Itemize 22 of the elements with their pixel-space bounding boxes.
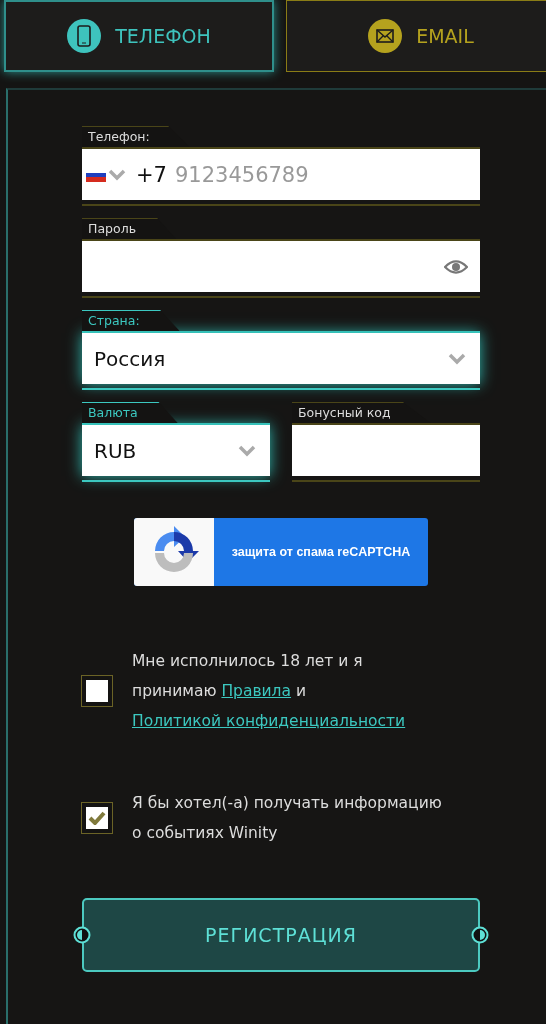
consent-text: Мне исполнилось 18 лет и я принимаю Правила и Политикой конфиденциальности	[132, 651, 407, 732]
phone-field[interactable]: +7 9123456789	[82, 149, 480, 200]
tab[interactable]: ТЕЛЕФОН	[4, 0, 274, 72]
link[interactable]: Правила	[221, 682, 292, 700]
knob-icon	[471, 926, 489, 944]
dial-code: +7	[136, 162, 167, 187]
caret-icon	[108, 168, 126, 181]
select-field[interactable]: RUB	[82, 425, 270, 476]
caret-icon	[448, 351, 468, 366]
consent-text: Я бы хотел(-а) получать информацию о событиях Winity	[132, 793, 442, 844]
register-button[interactable]: РЕГИСТРАЦИЯ	[82, 898, 480, 972]
envelope-icon	[368, 19, 403, 53]
password-field[interactable]	[82, 241, 480, 292]
input-field[interactable]	[292, 425, 480, 476]
recaptcha-badge[interactable]: защита от спама reCAPTCHA	[134, 518, 428, 586]
check-icon	[88, 811, 106, 825]
caret-icon	[238, 443, 258, 458]
link[interactable]: Политикой конфиденциальности	[132, 712, 406, 730]
select-field[interactable]: Россия	[82, 333, 480, 384]
tab[interactable]: EMAIL	[286, 0, 546, 72]
phone-icon	[67, 19, 102, 53]
eye-icon	[444, 258, 468, 275]
